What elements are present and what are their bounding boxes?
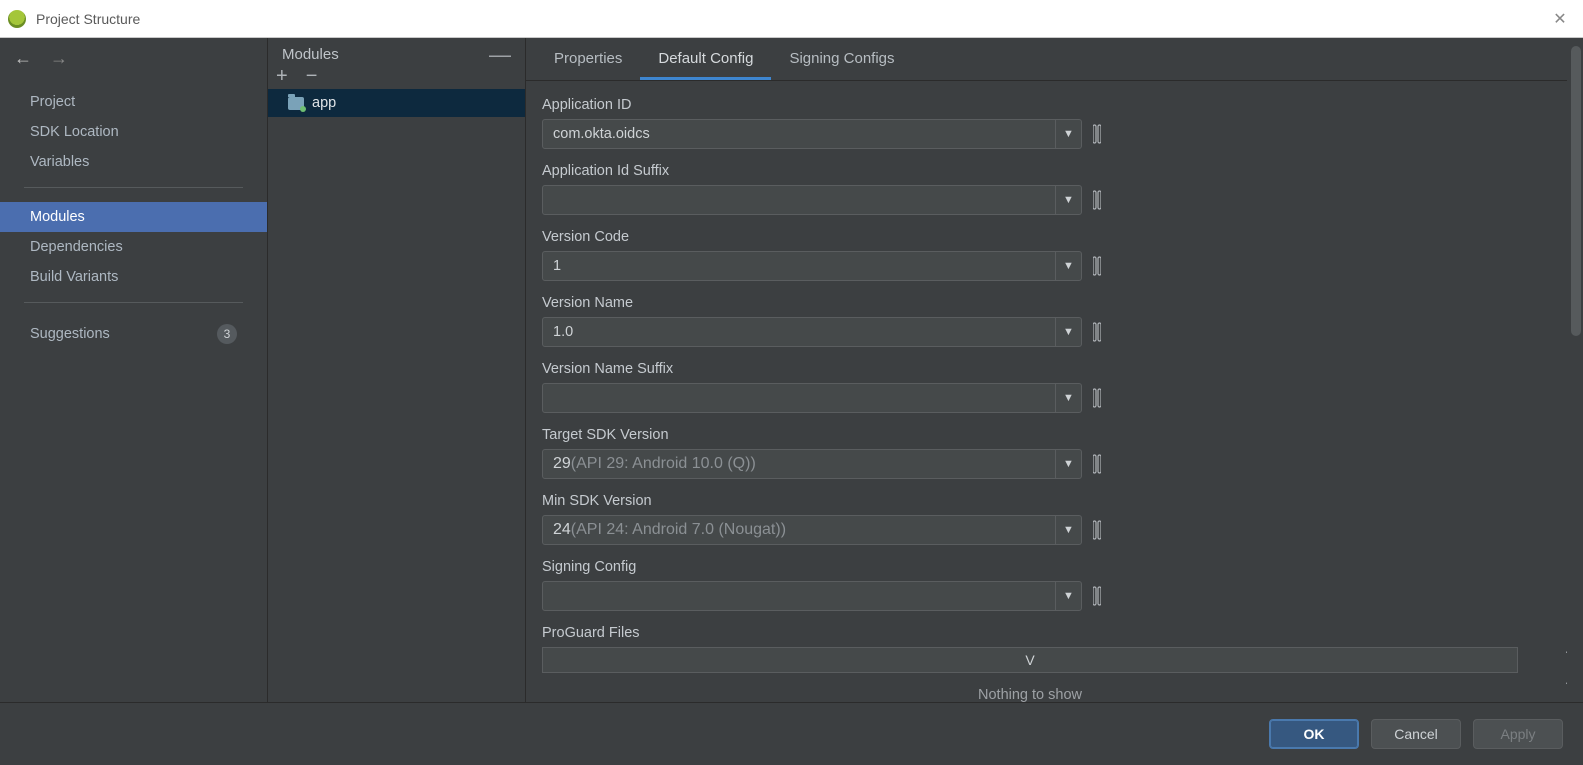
apply-button: Apply <box>1473 719 1563 749</box>
sidebar-item-build-variants[interactable]: Build Variants <box>0 262 267 292</box>
default-config-form: Application ID ▼ Application Id Suffix ▼… <box>526 81 1583 702</box>
module-item-app[interactable]: app <box>268 89 525 117</box>
target-sdk-value: 29 <box>553 455 571 473</box>
signing-config-field[interactable]: ▼ <box>542 581 1082 611</box>
dialog-footer: OK Cancel Apply <box>0 702 1583 765</box>
sidebar-item-label: SDK Location <box>30 124 119 140</box>
sidebar-item-label: Dependencies <box>30 239 123 255</box>
min-sdk-detail: (API 24: Android 7.0 (Nougat)) <box>571 521 786 539</box>
tab-label: Properties <box>554 50 622 67</box>
sidebar: ← → Project SDK Location Variables Modul… <box>0 38 268 702</box>
android-studio-icon <box>8 10 26 28</box>
min-sdk-value: 24 <box>553 521 571 539</box>
remove-module-icon[interactable]: − <box>306 69 318 83</box>
minimize-icon[interactable]: — <box>489 50 511 60</box>
reset-handle-icon[interactable] <box>1092 385 1102 411</box>
sidebar-item-variables[interactable]: Variables <box>0 147 267 177</box>
sidebar-item-dependencies[interactable]: Dependencies <box>0 232 267 262</box>
label-proguard-files: ProGuard Files <box>542 625 1567 641</box>
tab-default-config[interactable]: Default Config <box>640 38 771 80</box>
reset-handle-icon[interactable] <box>1092 319 1102 345</box>
reset-handle-icon[interactable] <box>1092 121 1102 147</box>
nav-back-icon[interactable]: ← <box>14 48 32 69</box>
title-bar: Project Structure ✕ <box>0 0 1583 38</box>
dropdown-icon[interactable]: ▼ <box>1055 582 1081 610</box>
version-name-input[interactable] <box>543 318 1055 346</box>
tab-label: Default Config <box>658 50 753 67</box>
sidebar-item-project[interactable]: Project <box>0 87 267 117</box>
tab-properties[interactable]: Properties <box>536 38 640 80</box>
folder-icon <box>288 97 304 110</box>
reset-handle-icon[interactable] <box>1092 187 1102 213</box>
sidebar-item-suggestions[interactable]: Suggestions 3 <box>0 317 267 351</box>
modules-header-label: Modules <box>282 46 339 63</box>
version-code-field[interactable]: ▼ <box>542 251 1082 281</box>
sidebar-item-modules[interactable]: Modules <box>0 202 267 232</box>
application-id-field[interactable]: ▼ <box>542 119 1082 149</box>
label-signing-config: Signing Config <box>542 559 1567 575</box>
label-target-sdk: Target SDK Version <box>542 427 1567 443</box>
module-item-label: app <box>312 95 336 111</box>
sidebar-separator <box>24 302 243 303</box>
dropdown-icon[interactable]: ▼ <box>1055 516 1081 544</box>
dropdown-icon[interactable]: ▼ <box>1055 120 1081 148</box>
reset-handle-icon[interactable] <box>1092 451 1102 477</box>
sidebar-item-sdk-location[interactable]: SDK Location <box>0 117 267 147</box>
proguard-table-header[interactable]: V <box>542 647 1518 673</box>
tab-label: Signing Configs <box>789 50 894 67</box>
dropdown-icon[interactable]: ▼ <box>1055 450 1081 478</box>
label-version-name: Version Name <box>542 295 1567 311</box>
reset-handle-icon[interactable] <box>1092 253 1102 279</box>
suggestions-badge: 3 <box>217 324 237 344</box>
version-code-input[interactable] <box>543 252 1055 280</box>
ok-button[interactable]: OK <box>1269 719 1359 749</box>
scrollbar[interactable] <box>1567 38 1583 702</box>
window-title: Project Structure <box>36 11 1545 27</box>
tab-signing-configs[interactable]: Signing Configs <box>771 38 912 80</box>
dropdown-icon[interactable]: ▼ <box>1055 186 1081 214</box>
modules-panel: Modules — + − app <box>268 38 526 702</box>
proguard-column-label: V <box>1025 652 1034 668</box>
min-sdk-field[interactable]: 24 (API 24: Android 7.0 (Nougat)) ▼ <box>542 515 1082 545</box>
version-name-suffix-field[interactable]: ▼ <box>542 383 1082 413</box>
sidebar-separator <box>24 187 243 188</box>
label-version-name-suffix: Version Name Suffix <box>542 361 1567 377</box>
sidebar-item-label: Variables <box>30 154 89 170</box>
version-name-suffix-input[interactable] <box>543 384 1055 412</box>
application-id-suffix-field[interactable]: ▼ <box>542 185 1082 215</box>
add-module-icon[interactable]: + <box>276 69 288 83</box>
target-sdk-field[interactable]: 29 (API 29: Android 10.0 (Q)) ▼ <box>542 449 1082 479</box>
sidebar-item-label: Build Variants <box>30 269 118 285</box>
version-name-field[interactable]: ▼ <box>542 317 1082 347</box>
proguard-empty-text: Nothing to show <box>542 673 1518 702</box>
nav-forward-icon: → <box>50 48 68 69</box>
label-min-sdk: Min SDK Version <box>542 493 1567 509</box>
cancel-button[interactable]: Cancel <box>1371 719 1461 749</box>
target-sdk-detail: (API 29: Android 10.0 (Q)) <box>571 455 756 473</box>
scroll-thumb[interactable] <box>1571 46 1581 336</box>
dropdown-icon[interactable]: ▼ <box>1055 384 1081 412</box>
close-icon[interactable]: ✕ <box>1545 9 1575 29</box>
label-application-id-suffix: Application Id Suffix <box>542 163 1567 179</box>
main-panel: Properties Default Config Signing Config… <box>526 38 1583 702</box>
reset-handle-icon[interactable] <box>1092 517 1102 543</box>
sidebar-item-label: Modules <box>30 209 85 225</box>
dropdown-icon[interactable]: ▼ <box>1055 252 1081 280</box>
label-version-code: Version Code <box>542 229 1567 245</box>
application-id-input[interactable] <box>543 120 1055 148</box>
dropdown-icon[interactable]: ▼ <box>1055 318 1081 346</box>
sidebar-item-label: Suggestions <box>30 326 110 342</box>
reset-handle-icon[interactable] <box>1092 583 1102 609</box>
signing-config-input[interactable] <box>543 582 1055 610</box>
tabs: Properties Default Config Signing Config… <box>526 38 1583 81</box>
label-application-id: Application ID <box>542 97 1567 113</box>
application-id-suffix-input[interactable] <box>543 186 1055 214</box>
sidebar-item-label: Project <box>30 94 75 110</box>
